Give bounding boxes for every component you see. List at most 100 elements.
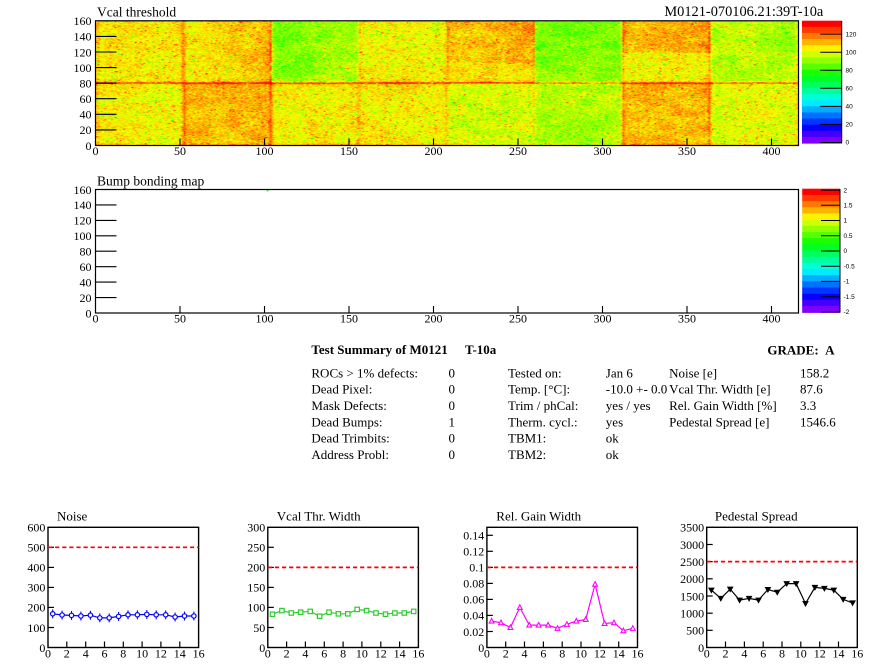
svg-text:400: 400 <box>763 144 781 158</box>
svg-text:0.04: 0.04 <box>463 609 484 623</box>
svg-text:0.1: 0.1 <box>469 561 484 575</box>
svg-text:2: 2 <box>64 647 70 661</box>
svg-text:M0121-070106.21:39T-10a: M0121-070106.21:39T-10a <box>664 4 824 20</box>
svg-text:20: 20 <box>80 291 92 305</box>
svg-text:Rel. Gain Width: Rel. Gain Width <box>496 509 581 524</box>
svg-text:Pedestal Spread [e]: Pedestal Spread [e] <box>669 414 769 429</box>
svg-text:14: 14 <box>613 647 625 661</box>
svg-text:1500: 1500 <box>680 589 704 603</box>
svg-text:0.08: 0.08 <box>463 577 484 591</box>
svg-text:Vcal Thr. Width [e]: Vcal Thr. Width [e] <box>669 382 771 397</box>
svg-text:0.06: 0.06 <box>463 593 484 607</box>
svg-text:60: 60 <box>80 260 92 274</box>
svg-text:0: 0 <box>93 144 99 158</box>
svg-text:80: 80 <box>80 77 92 91</box>
svg-text:100: 100 <box>247 601 265 615</box>
svg-text:ok: ok <box>606 447 620 462</box>
svg-text:200: 200 <box>425 144 443 158</box>
svg-text:4: 4 <box>522 647 528 661</box>
svg-text:300: 300 <box>27 581 45 595</box>
svg-text:ROCs > 1% defects:: ROCs > 1% defects: <box>311 365 418 380</box>
svg-text:2: 2 <box>844 187 848 194</box>
svg-text:3000: 3000 <box>680 538 704 552</box>
svg-text:200: 200 <box>425 311 443 325</box>
svg-text:6: 6 <box>540 647 546 661</box>
svg-text:10: 10 <box>575 647 587 661</box>
svg-text:0: 0 <box>449 447 456 462</box>
svg-text:6: 6 <box>321 647 327 661</box>
svg-text:1546.6: 1546.6 <box>800 414 836 429</box>
svg-text:-1: -1 <box>844 279 850 286</box>
svg-text:8: 8 <box>120 647 126 661</box>
svg-text:300: 300 <box>594 144 612 158</box>
svg-text:1: 1 <box>844 218 848 225</box>
svg-text:50: 50 <box>174 311 186 325</box>
svg-text:100: 100 <box>256 311 274 325</box>
svg-text:3500: 3500 <box>680 521 704 535</box>
svg-text:80: 80 <box>846 67 854 74</box>
svg-text:T-10a: T-10a <box>465 342 497 357</box>
svg-text:50: 50 <box>174 144 186 158</box>
svg-text:8: 8 <box>340 647 346 661</box>
svg-text:140: 140 <box>74 198 92 212</box>
svg-text:0: 0 <box>449 365 456 380</box>
svg-text:120: 120 <box>846 31 857 38</box>
svg-text:Dead Trimbits:: Dead Trimbits: <box>311 431 389 446</box>
svg-text:87.6: 87.6 <box>800 382 823 397</box>
svg-text:2: 2 <box>503 647 509 661</box>
svg-text:TBM1:: TBM1: <box>508 431 546 446</box>
svg-text:0.02: 0.02 <box>463 625 484 639</box>
svg-text:40: 40 <box>846 104 854 111</box>
svg-text:2500: 2500 <box>680 555 704 569</box>
svg-text:ok: ok <box>606 431 620 446</box>
svg-text:Trim / phCal:: Trim / phCal: <box>508 398 578 413</box>
svg-text:0: 0 <box>704 647 710 661</box>
svg-text:Noise [e]: Noise [e] <box>669 365 717 380</box>
svg-text:yes / yes: yes / yes <box>606 398 651 413</box>
svg-text:2: 2 <box>284 647 290 661</box>
svg-text:250: 250 <box>509 311 527 325</box>
svg-text:200: 200 <box>247 561 265 575</box>
svg-text:8: 8 <box>779 647 785 661</box>
svg-text:14: 14 <box>833 647 845 661</box>
svg-text:14: 14 <box>394 647 406 661</box>
svg-text:350: 350 <box>678 144 696 158</box>
svg-text:Therm. cycl.:: Therm. cycl.: <box>508 414 578 429</box>
svg-text:0.5: 0.5 <box>844 233 853 240</box>
svg-text:-10.0 +- 0.0: -10.0 +- 0.0 <box>606 382 668 397</box>
svg-text:yes: yes <box>606 414 623 429</box>
svg-text:0: 0 <box>484 647 490 661</box>
svg-text:10: 10 <box>136 647 148 661</box>
svg-text:12: 12 <box>375 647 387 661</box>
svg-text:100: 100 <box>846 49 857 56</box>
svg-text:Dead Pixel:: Dead Pixel: <box>311 382 372 397</box>
svg-text:100: 100 <box>74 229 92 243</box>
svg-text:-0.5: -0.5 <box>844 263 856 270</box>
svg-text:1: 1 <box>449 414 456 429</box>
svg-text:1.5: 1.5 <box>844 203 853 210</box>
svg-text:1000: 1000 <box>680 607 704 621</box>
svg-text:4: 4 <box>302 647 308 661</box>
svg-text:4: 4 <box>83 647 89 661</box>
svg-text:Jan 6: Jan 6 <box>606 365 634 380</box>
svg-text:50: 50 <box>253 621 265 635</box>
svg-text:Rel. Gain Width [%]: Rel. Gain Width [%] <box>669 398 777 413</box>
svg-text:2: 2 <box>723 647 729 661</box>
svg-text:500: 500 <box>27 541 45 555</box>
svg-text:0: 0 <box>449 382 456 397</box>
svg-text:TBM2:: TBM2: <box>508 447 546 462</box>
svg-text:Tested on:: Tested on: <box>508 365 562 380</box>
svg-text:600: 600 <box>27 521 45 535</box>
svg-text:150: 150 <box>247 581 265 595</box>
svg-text:Address Probl:: Address Probl: <box>311 447 389 462</box>
svg-text:Vcal threshold: Vcal threshold <box>97 5 176 20</box>
svg-text:4: 4 <box>741 647 747 661</box>
svg-text:400: 400 <box>763 311 781 325</box>
svg-text:16: 16 <box>851 647 863 661</box>
svg-text:120: 120 <box>74 214 92 228</box>
svg-text:Noise: Noise <box>57 509 88 524</box>
svg-text:Test Summary of M0121: Test Summary of M0121 <box>311 342 447 357</box>
svg-text:Pedestal Spread: Pedestal Spread <box>715 509 798 524</box>
svg-text:40: 40 <box>80 108 92 122</box>
svg-text:100: 100 <box>256 144 274 158</box>
